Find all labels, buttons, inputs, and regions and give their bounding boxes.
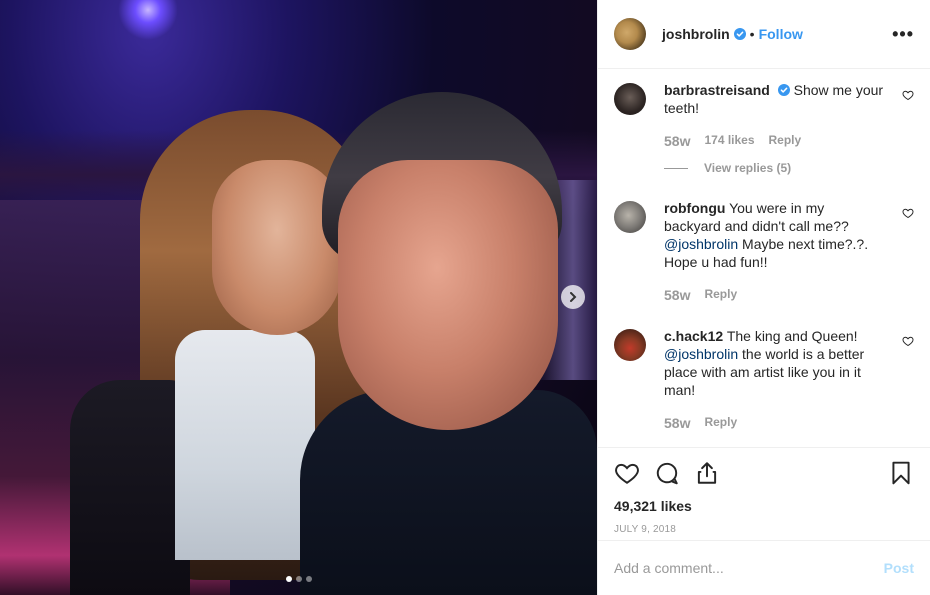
photo-woman-face	[212, 160, 342, 335]
more-options-button[interactable]: •••	[892, 24, 914, 45]
comment-item: robfongu You were in my backyard and did…	[614, 199, 914, 327]
comment-avatar[interactable]	[614, 329, 646, 362]
post-sidebar: joshbrolin • Follow ••• barbrastreisand	[597, 0, 930, 595]
comment-age[interactable]: 58w	[664, 287, 690, 303]
comment-icon[interactable]	[654, 460, 680, 486]
post-date[interactable]: JULY 9, 2018	[614, 524, 914, 535]
post-actions	[614, 458, 914, 488]
comment-text: robfongu You were in my backyard and did…	[664, 199, 884, 271]
photo-woman-jacket	[70, 380, 190, 595]
comment-text: barbrastreisand Show me your teeth!	[664, 81, 884, 117]
carousel-next-button[interactable]	[561, 285, 585, 309]
reply-button[interactable]: Reply	[704, 287, 737, 303]
comment-heart-icon[interactable]	[902, 89, 914, 101]
carousel-dot	[285, 576, 292, 582]
comment-text: c.hack12 The king and Queen! @joshbrolin…	[664, 327, 884, 399]
comment-mention[interactable]: @joshbrolin	[664, 236, 738, 252]
reply-button[interactable]: Reply	[704, 415, 737, 431]
author-username[interactable]: joshbrolin	[662, 26, 730, 42]
follow-button[interactable]: Follow	[759, 26, 803, 42]
comment-meta: 58w Reply	[664, 415, 884, 431]
comment-username[interactable]: barbrastreisand	[664, 82, 770, 98]
comment-avatar[interactable]	[614, 201, 646, 234]
instagram-post: joshbrolin • Follow ••• barbrastreisand	[0, 0, 930, 595]
comment-input[interactable]	[614, 560, 884, 577]
comment-item: barbrastreisand Show me your teeth! 58w …	[614, 81, 914, 199]
comment-composer: Post	[598, 540, 930, 595]
chevron-right-icon	[570, 292, 577, 302]
comment-content: The king and Queen!	[726, 328, 858, 345]
photo-woman-shirt	[175, 330, 315, 560]
comment-meta: 58w 174 likes Reply	[664, 133, 884, 149]
share-icon[interactable]	[694, 460, 720, 486]
post-header: joshbrolin • Follow •••	[598, 0, 930, 70]
verified-badge-icon	[777, 84, 790, 97]
separator-bullet: •	[749, 26, 755, 43]
verified-badge-icon	[733, 28, 746, 41]
bookmark-icon[interactable]	[888, 460, 914, 486]
view-replies-label: View replies (5)	[704, 161, 792, 176]
comment-body: barbrastreisand Show me your teeth! 58w …	[664, 81, 884, 199]
reply-button[interactable]: Reply	[769, 133, 802, 149]
comment-mention[interactable]: @joshbrolin	[664, 346, 738, 362]
heart-icon[interactable]	[614, 460, 640, 486]
post-photo[interactable]	[0, 0, 597, 595]
carousel-dot	[295, 576, 302, 582]
comment-meta: 58w Reply	[664, 287, 884, 303]
stage-light	[118, 0, 178, 40]
comment-body: robfongu You were in my backyard and did…	[664, 199, 884, 327]
comments-list[interactable]: barbrastreisand Show me your teeth! 58w …	[598, 69, 930, 447]
comment-age[interactable]: 58w	[664, 133, 690, 149]
likes-count[interactable]: 49,321 likes	[614, 498, 914, 514]
comment-username[interactable]: c.hack12	[664, 328, 723, 344]
photo-man-face	[338, 160, 558, 430]
comment-likes[interactable]: 174 likes	[704, 133, 754, 149]
comment-age[interactable]: 58w	[664, 415, 690, 431]
view-replies-button[interactable]: View replies (5)	[664, 161, 884, 175]
comment-username[interactable]: robfongu	[664, 200, 725, 216]
post-actions-section: 49,321 likes JULY 9, 2018	[598, 447, 930, 540]
carousel-dots	[0, 576, 597, 582]
comment-heart-icon[interactable]	[902, 207, 914, 219]
post-comment-button[interactable]: Post	[884, 560, 914, 576]
author-avatar[interactable]	[614, 18, 646, 51]
comment-avatar[interactable]	[614, 83, 646, 116]
comment-body: c.hack12 The king and Queen! @joshbrolin…	[664, 327, 884, 447]
comment-heart-icon[interactable]	[902, 335, 914, 347]
replies-divider	[664, 167, 688, 169]
carousel-dot	[305, 576, 312, 582]
comment-item: c.hack12 The king and Queen! @joshbrolin…	[614, 327, 914, 447]
